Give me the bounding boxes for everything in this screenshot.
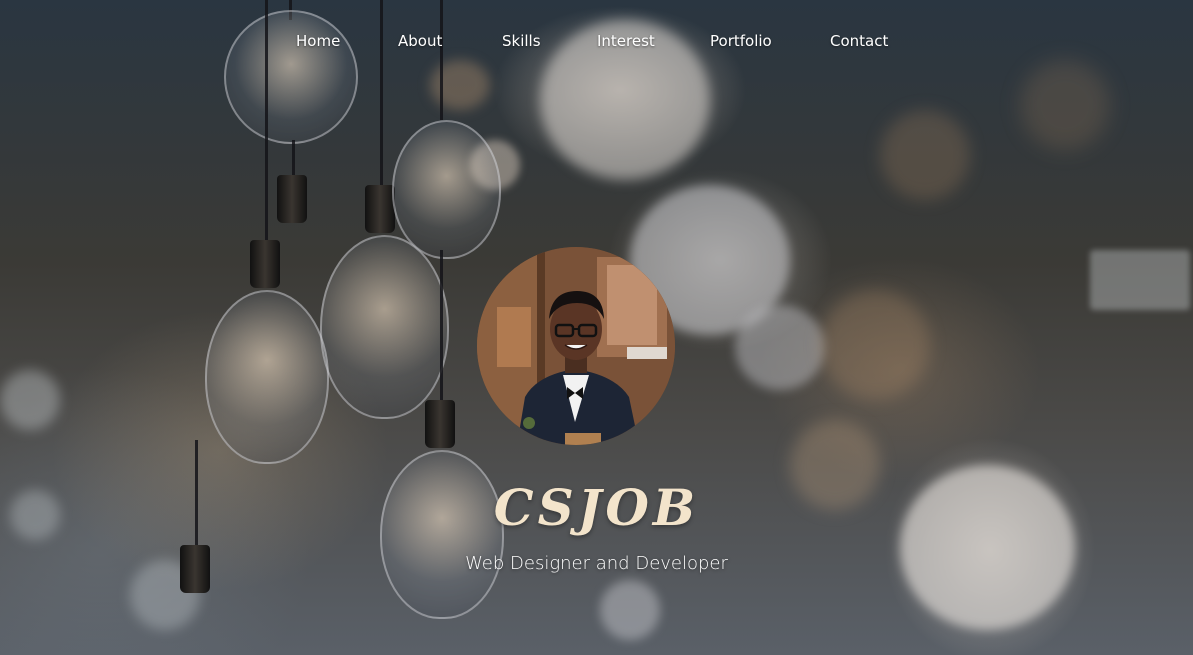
hero-section: Home About Skills Interest Portfolio Con…	[0, 0, 1193, 655]
nav-link-portfolio[interactable]: Portfolio	[710, 32, 772, 50]
profile-photo-icon	[477, 247, 675, 445]
nav-link-interest[interactable]: Interest	[597, 32, 655, 50]
nav-link-about[interactable]: About	[398, 32, 442, 50]
main-nav: Home About Skills Interest Portfolio Con…	[0, 28, 1193, 58]
site-brand: CSJOB	[493, 478, 700, 537]
nav-link-skills[interactable]: Skills	[502, 32, 541, 50]
nav-link-home[interactable]: Home	[296, 32, 340, 50]
nav-link-contact[interactable]: Contact	[830, 32, 888, 50]
profile-avatar	[477, 247, 675, 445]
site-tagline: Web Designer and Developer	[465, 553, 728, 574]
